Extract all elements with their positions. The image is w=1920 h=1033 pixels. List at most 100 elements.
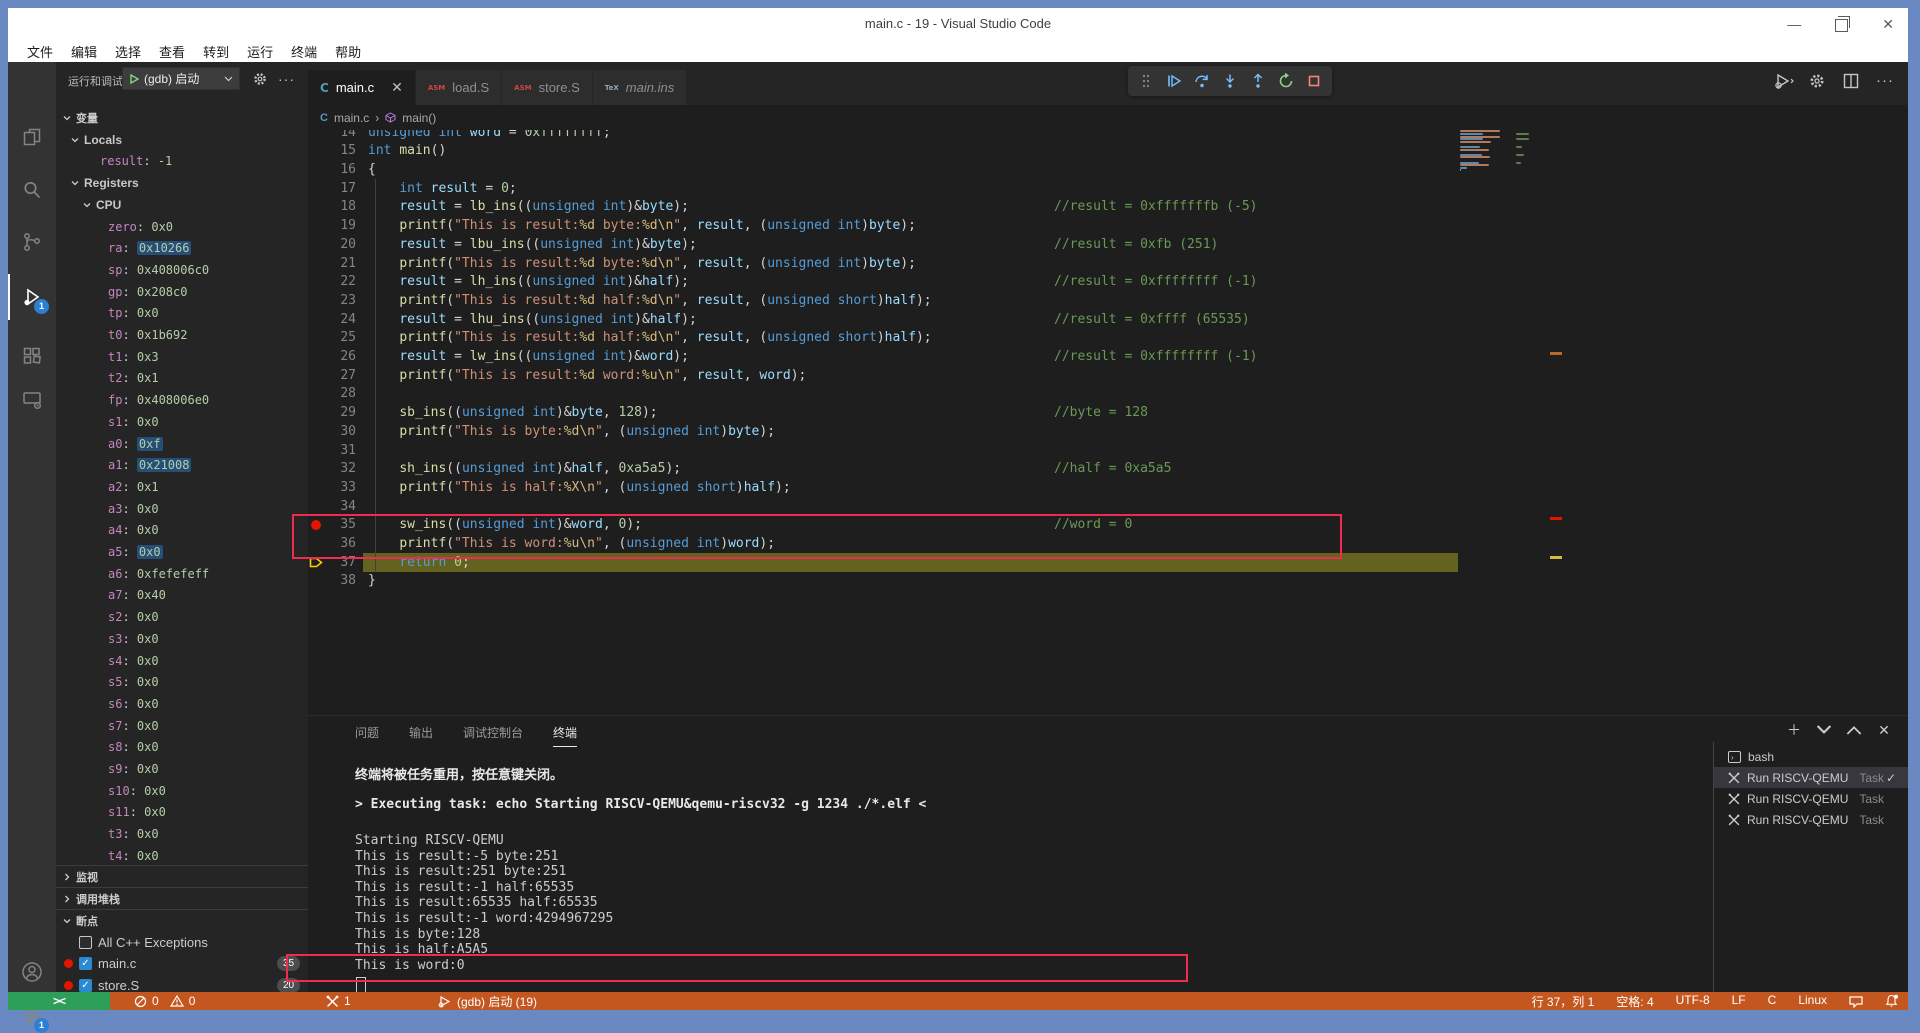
restart-button[interactable]	[1274, 69, 1298, 93]
close-tab-icon[interactable]: ✕	[391, 79, 403, 96]
code-text[interactable]: result = lh_ins((unsigned int)&half);	[368, 272, 689, 291]
launch-config-dropdown[interactable]: (gdb) 启动	[122, 67, 240, 90]
status-item[interactable]: Linux	[1798, 993, 1827, 1010]
breakpoint-row-store.S[interactable]: ✓store.S20	[56, 974, 308, 992]
maximize-panel-icon[interactable]	[1846, 722, 1862, 738]
status-item[interactable]: UTF-8	[1676, 993, 1710, 1010]
more-actions-icon[interactable]: ···	[278, 71, 294, 87]
task-list-item-bash[interactable]: ›bash	[1714, 746, 1908, 767]
code-line-31[interactable]: 31	[308, 441, 1908, 460]
tab-main.ins[interactable]: TeXmain.ins	[593, 70, 687, 105]
code-line-18[interactable]: 18 result = lb_ins((unsigned int)&byte);…	[308, 197, 1908, 216]
line-number[interactable]: 32	[316, 459, 356, 478]
code-line-37[interactable]: 37 return 0;	[308, 553, 1908, 572]
line-number[interactable]: 19	[316, 216, 356, 235]
register-row-s1[interactable]: s1: 0x0	[56, 411, 308, 433]
register-row-a3[interactable]: a3: 0x0	[56, 498, 308, 520]
code-line-16[interactable]: 16{	[308, 160, 1908, 179]
status-item[interactable]: LF	[1732, 993, 1746, 1010]
section-call-stack[interactable]: 调用堆栈	[56, 887, 308, 909]
code-text[interactable]: result = lbu_ins((unsigned int)&byte);	[368, 235, 697, 254]
menu-item-运行[interactable]: 运行	[238, 42, 282, 61]
breakpoint-row-All C++ Exceptions[interactable]: All C++ Exceptions	[56, 931, 308, 953]
register-row-s10[interactable]: s10: 0x0	[56, 780, 308, 802]
code-text[interactable]: return 0;	[368, 553, 470, 572]
code-text[interactable]: unsigned int word = 0xffffffff;	[368, 130, 611, 142]
breadcrumb-file[interactable]: main.c	[334, 111, 369, 125]
code-text[interactable]: printf("This is half:%X\n", (unsigned sh…	[368, 478, 791, 497]
register-row-result[interactable]: result: -1	[56, 150, 308, 172]
code-text[interactable]: int result = 0;	[368, 179, 517, 198]
register-row-sp[interactable]: sp: 0x408006c0	[56, 259, 308, 281]
tab-main.c[interactable]: Cmain.c✕	[308, 70, 416, 105]
code-line-26[interactable]: 26 result = lw_ins((unsigned int)&word);…	[308, 347, 1908, 366]
task-list-item-Run RISCV-QEMU[interactable]: Run RISCV-QEMUTask	[1714, 789, 1908, 810]
line-number[interactable]: 14	[316, 130, 356, 142]
code-line-24[interactable]: 24 result = lhu_ins((unsigned int)&half)…	[308, 310, 1908, 329]
code-text[interactable]: sw_ins((unsigned int)&word, 0);	[368, 515, 642, 534]
section-breakpoints[interactable]: 断点	[56, 909, 308, 931]
code-text[interactable]: int main()	[368, 141, 446, 160]
line-number[interactable]: 38	[316, 571, 356, 590]
search-icon[interactable]	[20, 178, 44, 202]
breadcrumb-symbol[interactable]: main()	[402, 111, 436, 125]
code-text[interactable]: printf("This is result:%d byte:%d\n", re…	[368, 216, 916, 235]
code-line-27[interactable]: 27 printf("This is result:%d word:%u\n",…	[308, 366, 1908, 385]
register-row-s3[interactable]: s3: 0x0	[56, 628, 308, 650]
code-line-15[interactable]: 15int main()	[308, 141, 1908, 160]
line-number[interactable]: 33	[316, 478, 356, 497]
menu-item-终端[interactable]: 终端	[282, 42, 326, 61]
register-row-a2[interactable]: a2: 0x1	[56, 476, 308, 498]
register-row-t0[interactable]: t0: 0x1b692	[56, 324, 308, 346]
code-text[interactable]: result = lb_ins((unsigned int)&byte);	[368, 197, 689, 216]
task-list-item-Run RISCV-QEMU[interactable]: Run RISCV-QEMUTask✓	[1714, 767, 1908, 788]
register-row-t2[interactable]: t2: 0x1	[56, 367, 308, 389]
register-row-t4[interactable]: t4: 0x0	[56, 845, 308, 865]
line-number[interactable]: 17	[316, 179, 356, 198]
breakpoint-row-main.c[interactable]: ✓main.c35	[56, 953, 308, 975]
code-text[interactable]: printf("This is result:%d word:%u\n", re…	[368, 366, 806, 385]
code-line-23[interactable]: 23 printf("This is result:%d half:%d\n",…	[308, 291, 1908, 310]
register-row-s4[interactable]: s4: 0x0	[56, 650, 308, 672]
register-row-gp[interactable]: gp: 0x208c0	[56, 281, 308, 303]
register-row-a7[interactable]: a7: 0x40	[56, 584, 308, 606]
register-row-s8[interactable]: s8: 0x0	[56, 736, 308, 758]
register-row-s9[interactable]: s9: 0x0	[56, 758, 308, 780]
continue-button[interactable]	[1162, 69, 1186, 93]
run-or-debug-icon[interactable]	[1774, 72, 1792, 90]
register-row-a5[interactable]: a5: 0x0	[56, 541, 308, 563]
line-number[interactable]: 18	[316, 197, 356, 216]
register-row-tp[interactable]: tp: 0x0	[56, 302, 308, 324]
code-line-14[interactable]: 14 unsigned int word = 0xffffffff;	[308, 130, 1908, 142]
tasks-status[interactable]: 1	[326, 992, 351, 1010]
line-number[interactable]: 25	[316, 328, 356, 347]
code-text[interactable]: printf("This is result:%d half:%d\n", re…	[368, 328, 932, 347]
section-variables[interactable]: 变量	[56, 107, 308, 129]
code-text[interactable]: printf("This is byte:%d\n", (unsigned in…	[368, 422, 775, 441]
group-cpu[interactable]: CPU	[56, 194, 308, 216]
line-number[interactable]: 30	[316, 422, 356, 441]
code-line-32[interactable]: 32 sh_ins((unsigned int)&half, 0xa5a5);/…	[308, 459, 1908, 478]
gear-icon[interactable]	[1808, 72, 1826, 90]
line-number[interactable]: 27	[316, 366, 356, 385]
remote-explorer-icon[interactable]	[20, 387, 44, 411]
menu-item-查看[interactable]: 查看	[150, 42, 194, 61]
register-row-ra[interactable]: ra: 0x10266	[56, 237, 308, 259]
code-text[interactable]: sh_ins((unsigned int)&half, 0xa5a5);	[368, 459, 681, 478]
line-number[interactable]: 24	[316, 310, 356, 329]
code-text[interactable]: printf("This is word:%u\n", (unsigned in…	[368, 534, 775, 553]
section-watch[interactable]: 监视	[56, 865, 308, 887]
feedback-icon[interactable]	[1849, 995, 1863, 1008]
breakpoint-checkbox[interactable]: ✓	[79, 979, 92, 992]
step-over-button[interactable]	[1190, 69, 1214, 93]
breakpoint-checkbox[interactable]: ✓	[79, 957, 92, 970]
menu-item-文件[interactable]: 文件	[18, 42, 62, 61]
menu-item-编辑[interactable]: 编辑	[62, 42, 106, 61]
status-item[interactable]: 行 37，列 1	[1532, 993, 1595, 1010]
close-panel-icon[interactable]: ✕	[1876, 722, 1892, 738]
code-text[interactable]: {	[368, 160, 376, 179]
step-out-button[interactable]	[1246, 69, 1270, 93]
code-line-20[interactable]: 20 result = lbu_ins((unsigned int)&byte)…	[308, 235, 1908, 254]
breadcrumb[interactable]: C main.c › main()	[308, 105, 1908, 130]
panel-tab-调试控制台[interactable]: 调试控制台	[463, 724, 523, 747]
